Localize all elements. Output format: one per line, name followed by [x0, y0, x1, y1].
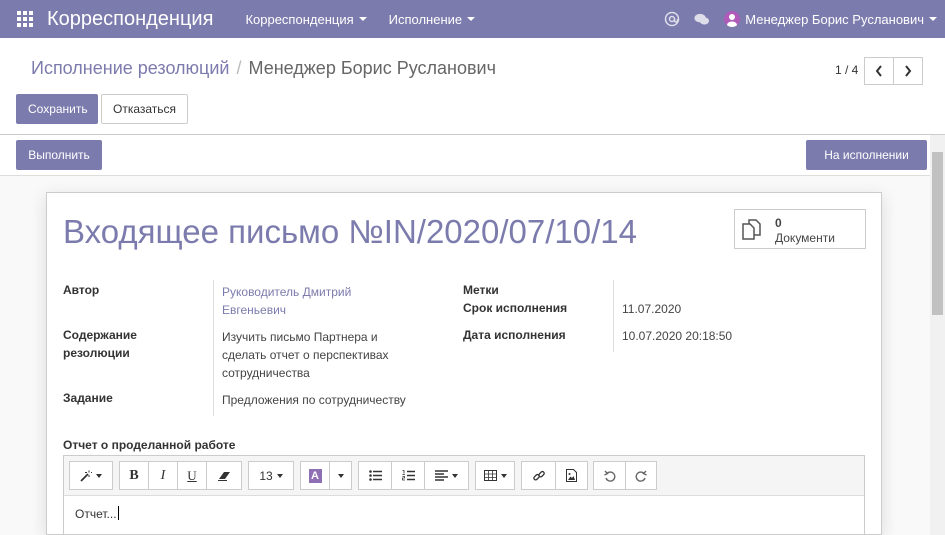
numbered-list-icon [401, 470, 415, 481]
redo-button[interactable] [625, 461, 657, 490]
editor-toolbar: B I U 13 A [64, 456, 864, 496]
report-text-area[interactable]: Отчет... [75, 506, 119, 521]
undo-button[interactable] [593, 461, 626, 490]
report-label: Отчет о проделанной работе [63, 438, 236, 452]
breadcrumb-separator: / [236, 58, 242, 78]
status-bar [0, 135, 930, 176]
chevron-down-icon [358, 17, 367, 21]
breadcrumb: Исполнение резолюций / Менеджер Борис Ру… [31, 58, 496, 79]
font-size-dropdown[interactable]: 13 [248, 461, 294, 490]
task-label: Задание [63, 391, 113, 405]
field-divider-right [613, 280, 614, 352]
resolution-content-label-2: резолюции [63, 346, 130, 360]
chevron-down-icon [467, 17, 476, 21]
navbar-right: Менеджер Борис Русланович [664, 0, 945, 38]
task-value: Предложения по сотрудничеству [222, 393, 406, 407]
redo-icon [635, 470, 647, 482]
deadline-value: 11.07.2020 [622, 302, 682, 316]
image-button[interactable] [555, 461, 588, 490]
eraser-icon [217, 472, 230, 481]
tags-label: Метки [463, 283, 499, 297]
report-editor: B I U 13 A Отчет... [63, 455, 865, 535]
menu-correspondence[interactable]: Корреспонденция [245, 11, 367, 27]
bullet-list-button[interactable] [358, 461, 392, 490]
link-icon [532, 470, 545, 481]
breadcrumb-parent[interactable]: Исполнение резолюций [31, 58, 229, 79]
top-navbar: Корреспонденция Корреспонденция Исполнен… [0, 0, 945, 38]
eraser-button[interactable] [206, 461, 242, 490]
resolution-content-line1: Изучить письмо Партнера и [222, 330, 378, 344]
font-color-button[interactable]: A [300, 461, 330, 490]
scrollbar-thumb[interactable] [932, 152, 943, 315]
record-title: Входящее письмо №IN/2020/07/10/14 [63, 213, 637, 250]
menu-correspondence-label: Корреспонденция [245, 11, 354, 27]
discard-button[interactable]: Отказаться [101, 94, 188, 124]
table-dropdown[interactable] [475, 461, 515, 490]
main-menu: Корреспонденция Исполнение [245, 12, 497, 27]
bullet-list-icon [368, 470, 382, 481]
status-in-progress[interactable]: На исполнении [806, 140, 927, 170]
at-sign-icon[interactable] [664, 11, 680, 27]
execution-date-label: Дата исполнения [463, 328, 566, 342]
documents-count: 0 [775, 216, 782, 230]
report-text: Отчет... [75, 507, 117, 521]
chevron-right-icon [905, 65, 912, 77]
menu-execution[interactable]: Исполнение [389, 12, 476, 27]
chevron-down-icon [929, 17, 937, 21]
pager-value[interactable]: 1 / 4 [835, 63, 858, 77]
resolution-content-line3: сотрудничества [222, 366, 310, 380]
field-divider-left [213, 280, 214, 416]
vertical-scrollbar[interactable] [930, 135, 945, 535]
resolution-content-line2: сделать отчет о перспективах [222, 348, 389, 362]
chat-icon[interactable] [694, 11, 710, 27]
documents-label: Документи [775, 231, 835, 245]
resolution-content-label-1: Содержание [63, 328, 137, 342]
save-button[interactable]: Сохранить [16, 94, 98, 124]
menu-execution-label: Исполнение [388, 11, 463, 27]
magic-wand-icon [80, 470, 92, 482]
bold-button[interactable]: B [119, 461, 149, 490]
italic-button[interactable]: I [148, 461, 178, 490]
execute-button[interactable]: Выполнить [16, 140, 102, 170]
chevron-left-icon [875, 65, 882, 77]
link-button[interactable] [521, 461, 556, 490]
image-icon [566, 469, 577, 482]
execution-date-value: 10.07.2020 20:18:50 [622, 329, 733, 343]
pager-next-button[interactable] [893, 57, 923, 85]
undo-icon [603, 470, 615, 482]
text-cursor [117, 506, 119, 520]
author-value-line2[interactable]: Евгеньевич [222, 301, 286, 319]
avatar [724, 11, 741, 27]
font-color-icon: A [308, 468, 322, 483]
apps-grid-icon[interactable] [17, 11, 33, 27]
underline-button[interactable]: U [177, 461, 207, 490]
font-color-dropdown[interactable] [329, 461, 352, 490]
style-dropdown[interactable] [69, 461, 113, 490]
table-icon [483, 470, 497, 481]
user-menu[interactable]: Менеджер Борис Русланович [724, 11, 937, 27]
app-brand: Корреспонденция [47, 7, 214, 30]
breadcrumb-current: Менеджер Борис Русланович [248, 58, 496, 78]
align-left-icon [435, 470, 448, 481]
font-size-value: 13 [259, 468, 273, 483]
user-name: Менеджер Борис Русланович [745, 11, 924, 27]
author-value-line1[interactable]: Руководитель Дмитрий [222, 283, 351, 301]
documents-button[interactable]: 0 Документи [734, 209, 866, 249]
numbered-list-button[interactable] [391, 461, 425, 490]
pager-previous-button[interactable] [864, 57, 894, 85]
author-label: Автор [63, 283, 100, 297]
deadline-label: Срок исполнения [463, 301, 568, 315]
align-dropdown[interactable] [424, 461, 469, 490]
documents-icon [741, 218, 765, 243]
